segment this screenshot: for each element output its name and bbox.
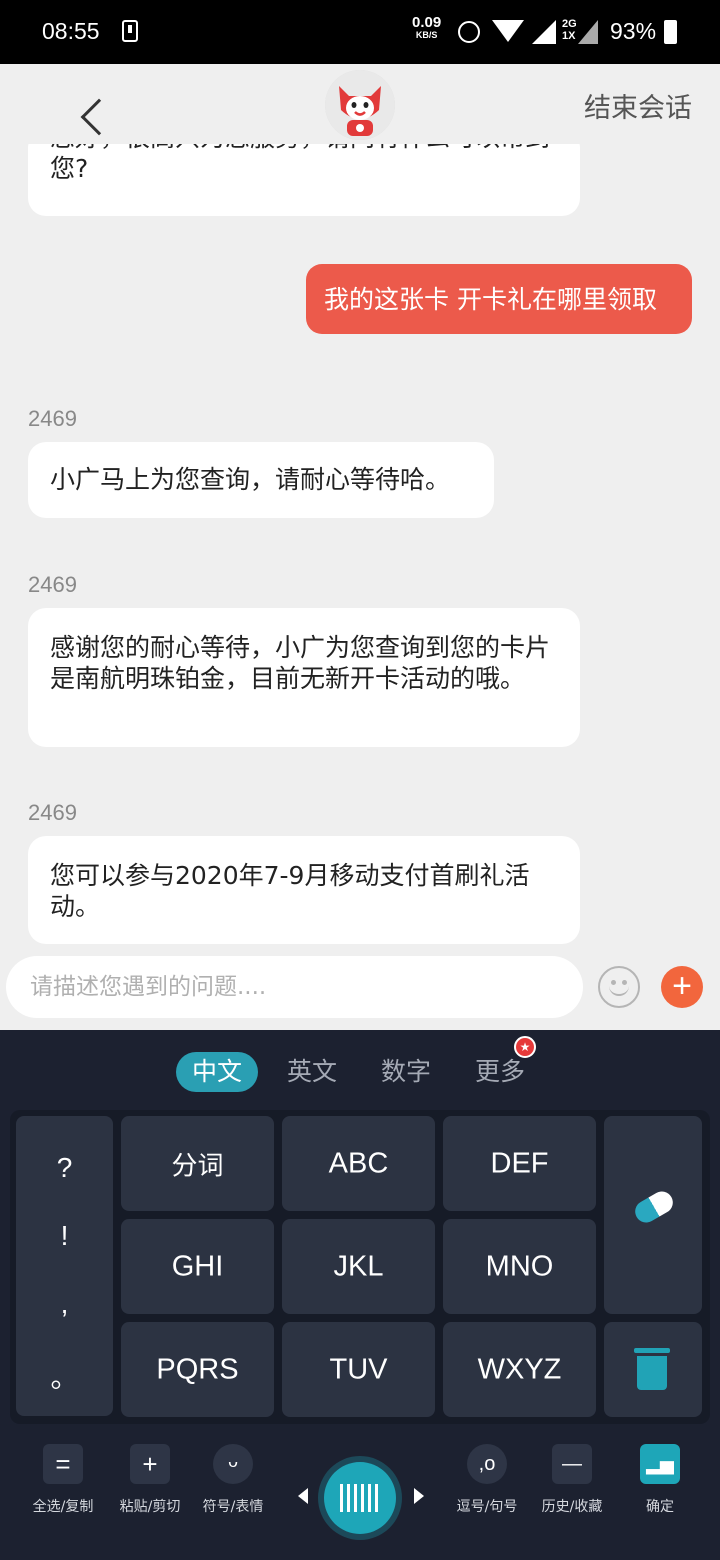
key-delete[interactable]: [604, 1322, 702, 1417]
ime-toolbar: = 全选/复制 + 粘贴/剪切 ᵕ 符号/表情 ,o 逗号/句号 — 历史/收藏…: [0, 1430, 720, 1560]
plus-icon: +: [130, 1444, 170, 1484]
chat-header: 结束会话: [0, 64, 720, 144]
tool-label: 逗号/句号: [456, 1499, 518, 1515]
key-label: JKL: [333, 1250, 384, 1282]
message-input-bar: +: [0, 946, 720, 1030]
key-mno[interactable]: MNO: [443, 1219, 596, 1314]
download-icon: [122, 20, 138, 42]
alarm-icon: [458, 21, 480, 43]
agent-message: 感谢您的耐心等待，小广为您查询到您的卡片是南航明珠铂金，目前无新开卡活动的哦。: [28, 608, 580, 747]
key-wxyz[interactable]: WXYZ: [443, 1322, 596, 1417]
key-label: GHI: [171, 1250, 224, 1282]
battery-icon: [664, 20, 677, 44]
tool-label: 粘贴/剪切: [119, 1499, 181, 1515]
network-sub-label: 1X: [562, 30, 576, 42]
key-label: MNO: [485, 1250, 554, 1282]
signal-icon: [532, 20, 556, 44]
plus-icon: +: [672, 967, 692, 1005]
mascot-icon: [325, 70, 395, 140]
tab-chinese[interactable]: 中文: [176, 1052, 258, 1092]
agent-avatar: [325, 70, 395, 140]
trash-icon: [634, 1348, 670, 1390]
battery-percent: 93%: [610, 18, 657, 44]
confirm-button[interactable]: ▂▅ 确定: [615, 1444, 705, 1516]
status-bar: 08:55 0.09 KB/S 2G 1X 93%: [0, 0, 720, 64]
network-speed: 0.09 KB/S: [412, 15, 441, 40]
comma-period-button[interactable]: ,o 逗号/句号: [442, 1444, 532, 1516]
tool-label: 符号/表情: [202, 1499, 264, 1515]
right-arrow-icon[interactable]: [414, 1488, 424, 1504]
tool-label: 确定: [646, 1499, 674, 1515]
star-badge-icon: ★: [514, 1036, 536, 1058]
emoji-button[interactable]: [598, 966, 640, 1008]
back-button[interactable]: [36, 78, 118, 136]
key-jkl[interactable]: JKL: [282, 1219, 435, 1314]
wifi-icon: [492, 20, 524, 42]
punct-exclaim[interactable]: !: [16, 1220, 113, 1252]
tool-label: 历史/收藏: [541, 1499, 603, 1515]
agent-message: 小广马上为您查询，请耐心等待哈。: [28, 442, 494, 518]
key-panel: ? ! , 。 分词 ABC DEF GHI JKL MNO PQRS TUV …: [10, 1110, 710, 1424]
voice-input-button[interactable]: [324, 1462, 396, 1534]
soundwave-icon: [340, 1484, 380, 1512]
message-text: 感谢您的耐心等待，小广为您查询到您的卡片是南航明珠铂金，目前无新开卡活动的哦。: [50, 633, 551, 693]
message-input[interactable]: [6, 956, 583, 1018]
message-text: 您好，很高兴为您服务，请问有什么可以帮到您?: [50, 144, 550, 183]
key-reenter[interactable]: [604, 1116, 702, 1314]
sender-id: 2469: [28, 406, 77, 431]
network-speed-unit: KB/S: [415, 30, 438, 40]
end-session-button[interactable]: 结束会话: [584, 86, 692, 125]
message-text: 我的这张卡 开卡礼在哪里领取: [324, 285, 657, 314]
tab-numbers[interactable]: 数字: [366, 1052, 446, 1092]
network-speed-value: 0.09: [412, 14, 442, 31]
tab-more[interactable]: 更多: [460, 1052, 540, 1092]
bar-chart-icon: ▂▅: [640, 1444, 680, 1484]
key-label: DEF: [490, 1147, 549, 1179]
select-all-icon: =: [43, 1444, 83, 1484]
tab-english[interactable]: 英文: [272, 1052, 352, 1092]
history-icon: —: [552, 1444, 592, 1484]
key-label: TUV: [329, 1353, 388, 1385]
agent-message: 您可以参与2020年7-9月移动支付首刷礼活动。: [28, 836, 580, 944]
key-label: 分词: [171, 1151, 224, 1181]
status-time: 08:55: [42, 18, 100, 44]
back-arrow-icon: [80, 98, 118, 136]
ime-mode-tabs: 中文 英文 数字 更多 ★: [0, 1030, 720, 1110]
key-ghi[interactable]: GHI: [121, 1219, 274, 1314]
punctuation-column[interactable]: ? ! , 。: [16, 1116, 113, 1416]
key-pqrs[interactable]: PQRS: [121, 1322, 274, 1417]
agent-message: 您好，很高兴为您服务，请问有什么可以帮到您?: [28, 144, 580, 216]
key-label: WXYZ: [477, 1353, 562, 1385]
network-type: 2G 1X: [562, 18, 577, 42]
smiley-icon-mouth: [609, 984, 629, 996]
message-text: 您可以参与2020年7-9月移动支付首刷礼活动。: [50, 861, 530, 921]
user-message: 我的这张卡 开卡礼在哪里领取: [306, 264, 692, 334]
chat-area[interactable]: 您好，很高兴为您服务，请问有什么可以帮到您? 我的这张卡 开卡礼在哪里领取 24…: [0, 144, 720, 946]
key-tuv[interactable]: TUV: [282, 1322, 435, 1417]
pill-icon: [631, 1187, 677, 1227]
left-arrow-icon[interactable]: [298, 1488, 308, 1504]
key-abc[interactable]: ABC: [282, 1116, 435, 1211]
punct-comma[interactable]: ,: [16, 1288, 113, 1320]
key-label: PQRS: [156, 1353, 239, 1385]
history-fav-button[interactable]: — 历史/收藏: [527, 1444, 617, 1516]
paste-cut-button[interactable]: + 粘贴/剪切: [105, 1444, 195, 1516]
sender-id: 2469: [28, 800, 77, 825]
message-text: 小广马上为您查询，请耐心等待哈。: [50, 465, 451, 494]
tool-label: 全选/复制: [32, 1499, 94, 1515]
select-copy-button[interactable]: = 全选/复制: [18, 1444, 108, 1516]
key-label: ABC: [328, 1147, 389, 1179]
punct-period[interactable]: 。: [16, 1356, 113, 1396]
comma-period-icon: ,o: [467, 1444, 507, 1484]
punct-question[interactable]: ?: [16, 1152, 113, 1184]
ime-keyboard: 中文 英文 数字 更多 ★ ? ! , 。 分词 ABC DEF GHI JKL…: [0, 1030, 720, 1560]
signal2-icon: [578, 20, 598, 44]
plus-button[interactable]: +: [661, 966, 703, 1008]
key-segment[interactable]: 分词: [121, 1116, 274, 1211]
smiley-icon: ᵕ: [213, 1444, 253, 1484]
sender-id: 2469: [28, 572, 77, 597]
network-type-label: 2G: [562, 18, 577, 30]
symbol-emoji-button[interactable]: ᵕ 符号/表情: [188, 1444, 278, 1516]
key-def[interactable]: DEF: [443, 1116, 596, 1211]
